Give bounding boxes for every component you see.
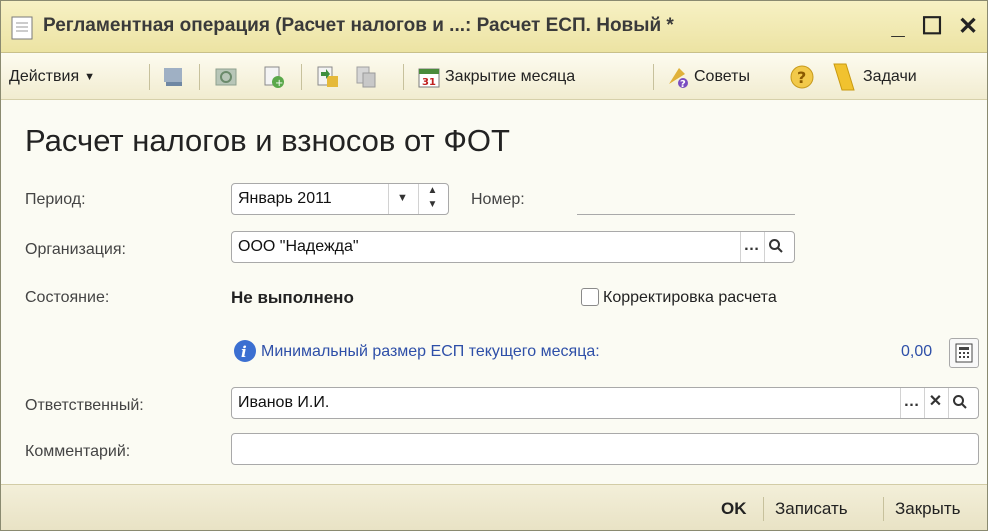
post-document-icon[interactable]: [161, 64, 187, 90]
actions-label: Действия: [9, 68, 80, 85]
tips-button[interactable]: ? Советы: [665, 62, 750, 92]
state-value: Не выполнено: [231, 288, 354, 307]
window-title: Регламентная операция (Расчет налогов и …: [43, 15, 674, 36]
month-close-label: Закрытие месяца: [445, 68, 576, 85]
document-window: Регламентная операция (Расчет налогов и …: [0, 0, 988, 531]
info-icon: i: [234, 340, 256, 362]
comment-label: Комментарий:: [25, 443, 131, 460]
select-button[interactable]: …: [740, 232, 762, 262]
min-esp-value: 0,00: [901, 343, 933, 360]
period-stepper[interactable]: ▲ ▼: [418, 184, 446, 214]
organization-label: Организация:: [25, 241, 126, 258]
copy-document-icon[interactable]: +: [261, 64, 287, 90]
toolbar-separator: [653, 64, 654, 90]
toolbar-separator: [403, 64, 404, 90]
save-button[interactable]: Записать: [775, 499, 848, 519]
document-icon: [11, 16, 33, 40]
calculator-button[interactable]: [949, 338, 979, 368]
search-icon[interactable]: [948, 388, 970, 418]
comment-field[interactable]: [231, 433, 979, 465]
number-field[interactable]: [577, 183, 795, 215]
responsible-label: Ответственный:: [25, 397, 144, 414]
tasks-label: Задачи: [863, 68, 917, 85]
actions-menu-button[interactable]: Действия ▼: [9, 62, 95, 92]
title-bar[interactable]: Регламентная операция (Расчет налогов и …: [1, 1, 987, 53]
structure-icon[interactable]: [353, 64, 379, 90]
tasks-button[interactable]: Задачи: [831, 62, 917, 92]
refresh-icon[interactable]: [213, 64, 239, 90]
toolbar-separator: [301, 64, 302, 90]
search-icon[interactable]: [764, 232, 786, 262]
help-button[interactable]: ?: [789, 62, 815, 92]
min-esp-link[interactable]: Минимальный размер ЕСП текущего месяца:: [261, 343, 600, 361]
number-label: Номер:: [471, 191, 525, 208]
close-button[interactable]: Закрыть: [895, 499, 960, 519]
svg-text:?: ?: [680, 79, 686, 90]
page-title: Расчет налогов и взносов от ФОТ: [25, 123, 510, 158]
svg-text:+: +: [275, 78, 283, 89]
svg-text:i: i: [241, 343, 247, 361]
correction-checkbox[interactable]: [581, 288, 599, 306]
toolbar: Действия ▼ + 31 Закрытие месяца ? Советы…: [1, 54, 987, 100]
close-window-button[interactable]: ✕: [953, 13, 983, 41]
dropdown-arrow-icon: ▼: [84, 71, 95, 83]
footer-separator: [883, 497, 884, 521]
period-label: Период:: [25, 191, 86, 208]
responsible-field[interactable]: Иванов И.И. … ✕: [231, 387, 979, 419]
svg-text:31: 31: [422, 77, 436, 88]
clear-icon[interactable]: ✕: [924, 388, 946, 418]
correction-label[interactable]: Корректировка расчета: [603, 289, 777, 307]
period-dropdown-button[interactable]: ▼: [388, 184, 416, 214]
month-close-button[interactable]: 31 Закрытие месяца: [417, 62, 575, 92]
state-label: Состояние:: [25, 289, 110, 306]
period-field[interactable]: Январь 2011 ▼ ▲ ▼: [231, 183, 449, 215]
organization-value: ООО "Надежда": [238, 238, 359, 255]
toolbar-separator: [199, 64, 200, 90]
period-value: Январь 2011: [238, 190, 332, 207]
calendar-icon: 31: [418, 68, 440, 88]
footer-bar: OK Записать Закрыть: [1, 484, 987, 530]
responsible-value: Иванов И.И.: [238, 394, 330, 411]
maximize-button[interactable]: ☐: [917, 13, 947, 41]
footer-separator: [763, 497, 764, 521]
tips-label: Советы: [694, 68, 750, 85]
tips-icon: ?: [669, 68, 688, 90]
help-icon: ?: [790, 65, 814, 89]
calculator-icon: [955, 343, 973, 363]
tasks-icon: [833, 63, 855, 91]
ok-button[interactable]: OK: [721, 499, 747, 519]
help-glyph: ?: [797, 68, 806, 87]
minimize-button[interactable]: _: [883, 13, 913, 41]
fill-document-icon[interactable]: [315, 64, 341, 90]
organization-field[interactable]: ООО "Надежда" …: [231, 231, 795, 263]
select-button[interactable]: …: [900, 388, 922, 418]
toolbar-separator: [149, 64, 150, 90]
